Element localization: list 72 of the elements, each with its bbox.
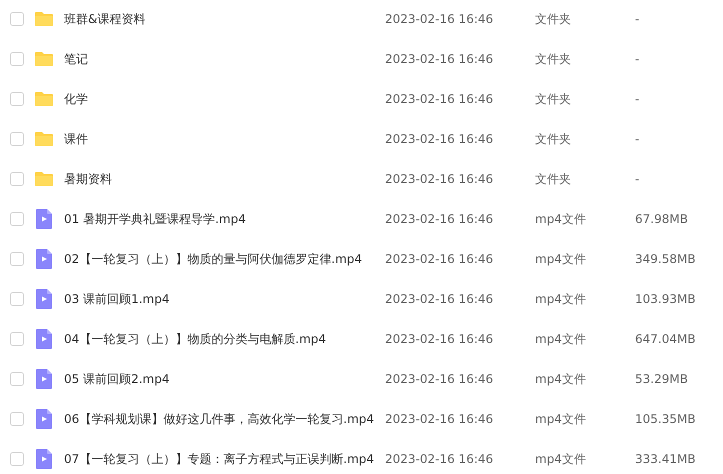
checkbox[interactable] xyxy=(10,12,24,26)
video-file-icon xyxy=(36,289,52,309)
video-file-icon xyxy=(36,209,52,229)
modified-date: 2023-02-16 16:46 xyxy=(385,52,494,66)
file-size: 67.98MB xyxy=(635,212,688,226)
file-type: 文件夹 xyxy=(535,90,572,108)
file-type: mp4文件 xyxy=(535,290,587,308)
checkbox[interactable] xyxy=(10,132,24,146)
file-type: mp4文件 xyxy=(535,210,587,228)
file-name[interactable]: 07【一轮复习（上）】专题：离子方程式与正误判断.mp4 xyxy=(64,450,385,468)
modified-date: 2023-02-16 16:46 xyxy=(385,92,494,106)
file-size: 349.58MB xyxy=(635,252,696,266)
modified-date: 2023-02-16 16:46 xyxy=(385,292,494,306)
file-name[interactable]: 04【一轮复习（上）】物质的分类与电解质.mp4 xyxy=(64,330,385,348)
file-type: mp4文件 xyxy=(535,450,587,468)
folder-icon xyxy=(34,131,54,147)
file-name[interactable]: 01 暑期开学典礼暨课程导学.mp4 xyxy=(64,210,385,228)
file-size: 53.29MB xyxy=(635,372,688,386)
modified-date: 2023-02-16 16:46 xyxy=(385,12,494,26)
modified-date: 2023-02-16 16:46 xyxy=(385,212,494,226)
file-name[interactable]: 暑期资料 xyxy=(64,170,385,188)
video-file-icon xyxy=(36,249,52,269)
file-name[interactable]: 03 课前回顾1.mp4 xyxy=(64,290,385,308)
file-size: 647.04MB xyxy=(635,332,696,346)
modified-date: 2023-02-16 16:46 xyxy=(385,452,494,466)
file-type: 文件夹 xyxy=(535,170,572,188)
file-size: - xyxy=(635,92,640,106)
modified-date: 2023-02-16 16:46 xyxy=(385,372,494,386)
checkbox[interactable] xyxy=(10,252,24,266)
file-size: - xyxy=(635,12,640,26)
file-type: 文件夹 xyxy=(535,10,572,28)
file-name[interactable]: 笔记 xyxy=(64,50,385,68)
checkbox[interactable] xyxy=(10,172,24,186)
modified-date: 2023-02-16 16:46 xyxy=(385,412,494,426)
video-file-icon xyxy=(36,329,52,349)
file-type: mp4文件 xyxy=(535,330,587,348)
file-type: mp4文件 xyxy=(535,410,587,428)
checkbox[interactable] xyxy=(10,292,24,306)
modified-date: 2023-02-16 16:46 xyxy=(385,132,494,146)
video-file-icon xyxy=(36,449,52,469)
video-file-icon xyxy=(36,369,52,389)
checkbox[interactable] xyxy=(10,372,24,386)
modified-date: 2023-02-16 16:46 xyxy=(385,332,494,346)
folder-icon xyxy=(34,51,54,67)
file-name[interactable]: 06【学科规划课】做好这几件事，高效化学一轮复习.mp4 xyxy=(64,410,385,428)
file-type: mp4文件 xyxy=(535,250,587,268)
file-size: - xyxy=(635,172,640,186)
checkbox[interactable] xyxy=(10,412,24,426)
file-type: mp4文件 xyxy=(535,370,587,388)
file-name[interactable]: 02【一轮复习（上）】物质的量与阿伏伽德罗定律.mp4 xyxy=(64,250,385,268)
file-size: 333.41MB xyxy=(635,452,696,466)
folder-icon xyxy=(34,171,54,187)
file-name[interactable]: 课件 xyxy=(64,130,385,148)
video-file-icon xyxy=(36,409,52,429)
file-name[interactable]: 05 课前回顾2.mp4 xyxy=(64,370,385,388)
file-size: - xyxy=(635,52,640,66)
checkbox[interactable] xyxy=(10,52,24,66)
file-type: 文件夹 xyxy=(535,50,572,68)
checkbox[interactable] xyxy=(10,92,24,106)
file-name[interactable]: 班群&课程资料 xyxy=(64,10,385,28)
file-size: 105.35MB xyxy=(635,412,696,426)
modified-date: 2023-02-16 16:46 xyxy=(385,172,494,186)
folder-icon xyxy=(34,91,54,107)
checkbox[interactable] xyxy=(10,332,24,346)
file-size: 103.93MB xyxy=(635,292,696,306)
file-name[interactable]: 化学 xyxy=(64,90,385,108)
file-type: 文件夹 xyxy=(535,130,572,148)
folder-icon xyxy=(34,11,54,27)
file-size: - xyxy=(635,132,640,146)
checkbox[interactable] xyxy=(10,452,24,466)
modified-date: 2023-02-16 16:46 xyxy=(385,252,494,266)
checkbox[interactable] xyxy=(10,212,24,226)
